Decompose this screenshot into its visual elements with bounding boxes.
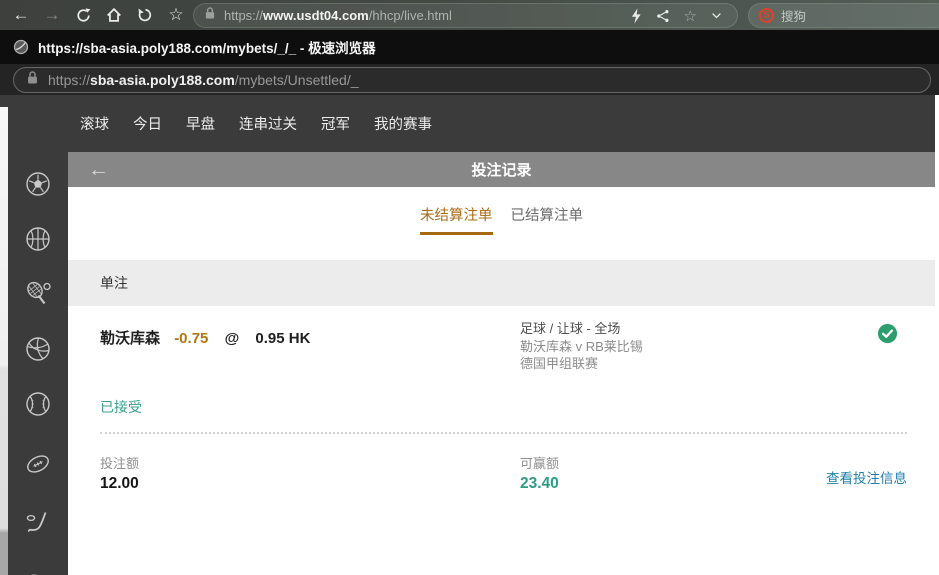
address-text: https://sba-asia.poly188.com/mybets/Unse… xyxy=(48,72,359,88)
address-bar[interactable]: https://sba-asia.poly188.com/mybets/Unse… xyxy=(13,67,931,93)
win-value: 23.40 xyxy=(520,475,826,493)
nav-item-my-events[interactable]: 我的赛事 xyxy=(374,113,432,134)
bets-content: 未结算注单 已结算注单 单注 勒沃库森 -0.75 @ 0.95 HK 足球 /… xyxy=(68,187,935,575)
window-title-bar: https://sba-asia.poly188.com/mybets/_/_ … xyxy=(0,30,939,64)
browser-globe-icon xyxy=(13,39,29,55)
soccer-icon[interactable] xyxy=(24,170,52,198)
browser-toolbar: ← → ☆ https://www.usdt04.com/hhcp/live.h… xyxy=(0,0,939,30)
handicap-value: -0.75 xyxy=(174,330,208,347)
corner-fill xyxy=(0,95,8,107)
rugby-icon[interactable] xyxy=(24,570,52,575)
divider xyxy=(100,432,907,434)
back-icon[interactable]: ← xyxy=(11,5,31,25)
stake-value: 12.00 xyxy=(100,475,520,493)
lock-icon xyxy=(26,70,39,90)
bet-meta: 足球 / 让球 - 全场 勒沃库森 v RB莱比锡 德国甲组联赛 xyxy=(520,320,877,373)
url-text: https://www.usdt04.com/hhcp/live.html xyxy=(224,8,629,23)
nav-item-live[interactable]: 滚球 xyxy=(80,113,109,134)
win-label: 可赢额 xyxy=(520,453,826,472)
tab-unsettled[interactable]: 未结算注单 xyxy=(420,204,493,235)
search-engine-label: 搜狗 xyxy=(781,6,806,25)
view-bet-details-link[interactable]: 查看投注信息 xyxy=(826,467,907,487)
star-icon[interactable]: ☆ xyxy=(684,7,697,25)
sogou-logo-icon: S xyxy=(759,8,774,23)
ice-hockey-icon[interactable] xyxy=(24,510,52,538)
accepted-check-icon xyxy=(877,320,907,349)
win-block: 可赢额 23.40 xyxy=(520,453,826,493)
page-header: ← 投注记录 xyxy=(68,152,935,187)
nav-item-parlay[interactable]: 连串过关 xyxy=(239,113,297,134)
nav-item-outright[interactable]: 冠军 xyxy=(321,113,350,134)
bet-status: 已接受 xyxy=(100,397,907,417)
lock-icon xyxy=(204,6,216,25)
undo-icon[interactable] xyxy=(135,5,155,25)
volleyball-icon[interactable] xyxy=(24,335,52,363)
tab-settled[interactable]: 已结算注单 xyxy=(511,204,584,235)
sports-navbar: 滚球 今日 早盘 连串过关 冠军 我的赛事 xyxy=(8,95,935,152)
url-bar[interactable]: https://www.usdt04.com/hhcp/live.html ☆ xyxy=(193,3,738,28)
chevron-down-icon[interactable] xyxy=(710,9,723,22)
betting-app: 滚球 今日 早盘 连串过关 冠军 我的赛事 xyxy=(0,95,939,575)
american-football-icon[interactable] xyxy=(24,450,52,478)
at-symbol: @ xyxy=(225,330,240,347)
market-label: 足球 / 让球 - 全场 xyxy=(520,320,877,338)
stake-block: 投注额 12.00 xyxy=(100,453,520,493)
league-label: 德国甲组联赛 xyxy=(520,355,877,373)
baseball-icon[interactable] xyxy=(24,390,52,418)
section-header-single-bet: 单注 xyxy=(68,260,935,306)
odds-value: 0.95 HK xyxy=(255,330,310,347)
page-title: 投注记录 xyxy=(68,159,935,180)
nav-item-early[interactable]: 早盘 xyxy=(186,113,215,134)
back-arrow-icon[interactable]: ← xyxy=(88,159,109,180)
search-box[interactable]: S 搜狗 xyxy=(748,3,939,28)
nav-item-today[interactable]: 今日 xyxy=(133,113,162,134)
stake-label: 投注额 xyxy=(100,453,520,472)
window-title-text: https://sba-asia.poly188.com/mybets/_/_ … xyxy=(38,37,376,57)
bookmark-star-icon[interactable]: ☆ xyxy=(166,5,186,25)
selection-name: 勒沃库森 xyxy=(100,330,160,347)
reload-icon[interactable] xyxy=(73,5,93,25)
lightning-icon[interactable] xyxy=(629,8,642,24)
page-edge-strip xyxy=(0,107,8,575)
bet-card: 勒沃库森 -0.75 @ 0.95 HK 足球 / 让球 - 全场 勒沃库森 v… xyxy=(68,306,935,493)
basketball-icon[interactable] xyxy=(24,225,52,253)
event-label: 勒沃库森 v RB莱比锡 xyxy=(520,338,877,356)
forward-icon[interactable]: → xyxy=(42,5,62,25)
tennis-icon[interactable] xyxy=(24,280,52,308)
bet-tabs: 未结算注单 已结算注单 xyxy=(68,187,935,235)
screen: ← → ☆ https://www.usdt04.com/hhcp/live.h… xyxy=(0,0,939,575)
share-icon[interactable] xyxy=(655,8,671,24)
home-icon[interactable] xyxy=(104,5,124,25)
address-bar-row: https://sba-asia.poly188.com/mybets/Unse… xyxy=(0,64,939,95)
bet-selection-line: 勒沃库森 -0.75 @ 0.95 HK xyxy=(100,320,520,348)
sport-sidebar xyxy=(8,95,68,575)
